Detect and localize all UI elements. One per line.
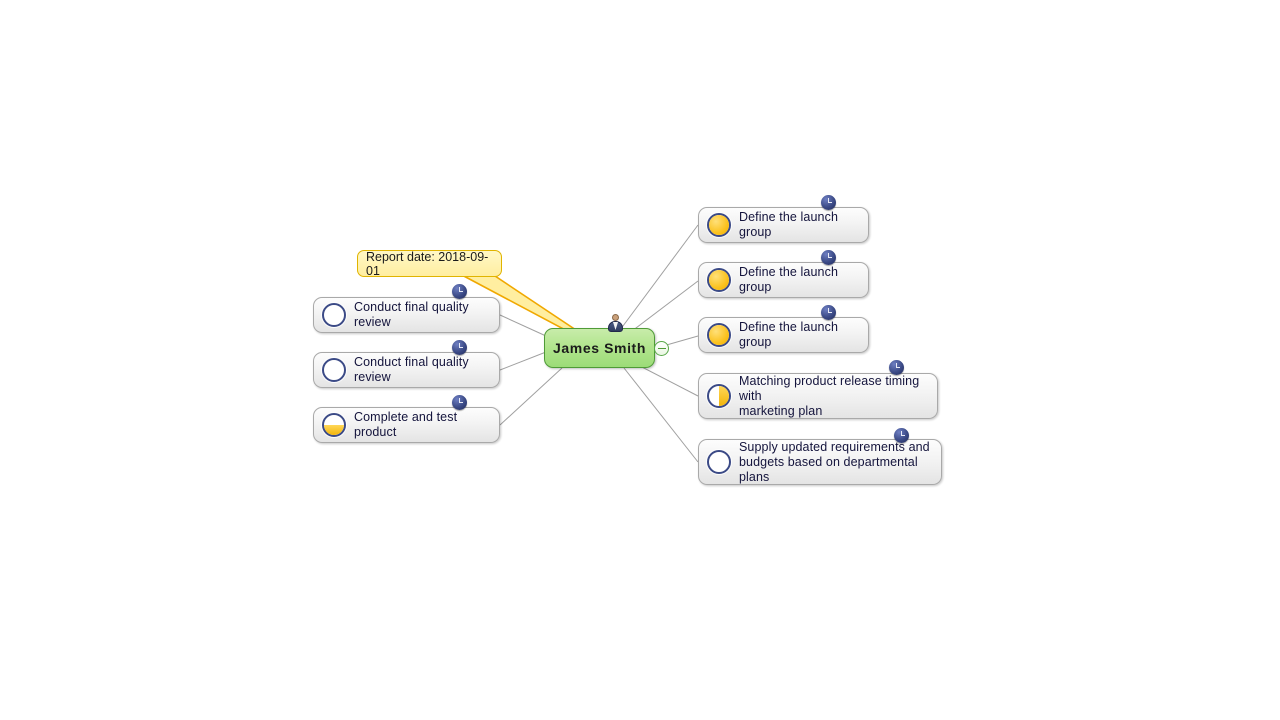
center-node-label: James Smith: [553, 340, 646, 356]
progress-pie-icon: [707, 213, 731, 237]
clock-icon: [889, 360, 904, 375]
person-icon: [607, 314, 624, 332]
clock-icon: [452, 284, 467, 299]
clock-icon: [894, 428, 909, 443]
progress-pie-icon: [707, 384, 731, 408]
task-node[interactable]: Conduct final quality review: [313, 297, 500, 333]
clock-icon: [452, 395, 467, 410]
task-node-label: Define the launch group: [739, 320, 838, 349]
clock-icon: [821, 305, 836, 320]
clock-icon: [452, 340, 467, 355]
center-node[interactable]: James Smith: [544, 328, 655, 368]
callout-note-text: Report date: 2018-09-01: [366, 249, 489, 278]
progress-pie-icon: [322, 358, 346, 382]
person-icon-head: [612, 314, 619, 321]
edge-right-5: [623, 367, 699, 463]
task-node-label: Define the launch group: [739, 210, 838, 239]
edge-right-4: [639, 365, 699, 397]
task-node[interactable]: Complete and test product: [313, 407, 500, 443]
minus-circle-icon[interactable]: [654, 341, 669, 356]
task-node[interactable]: Define the launch group: [698, 262, 869, 298]
task-node[interactable]: Supply updated requirements and budgets …: [698, 439, 942, 485]
progress-pie-icon: [707, 268, 731, 292]
edge-right-1: [619, 224, 699, 331]
progress-pie-icon: [707, 323, 731, 347]
progress-pie-icon: [322, 303, 346, 327]
task-node-label: Define the launch group: [739, 265, 838, 294]
clock-icon: [821, 195, 836, 210]
clock-icon: [821, 250, 836, 265]
task-node-label: Conduct final quality review: [354, 300, 469, 329]
task-node-label: Supply updated requirements and budgets …: [739, 439, 930, 484]
edge-left-2: [499, 351, 547, 371]
edge-left-3: [499, 367, 563, 426]
edge-left-1: [499, 314, 547, 337]
callout-note[interactable]: Report date: 2018-09-01: [357, 249, 502, 278]
task-node-label: Matching product release timing with mar…: [739, 373, 920, 418]
progress-pie-icon: [707, 450, 731, 474]
mindmap-canvas: Report date: 2018-09-01 Conduct final qu…: [0, 0, 1280, 720]
task-node[interactable]: Matching product release timing with mar…: [698, 373, 938, 419]
edge-right-2: [627, 280, 699, 335]
progress-pie-icon: [322, 413, 346, 437]
task-node[interactable]: Define the launch group: [698, 207, 869, 243]
task-node-label: Conduct final quality review: [354, 355, 469, 384]
task-node[interactable]: Define the launch group: [698, 317, 869, 353]
task-node-label: Complete and test product: [354, 410, 458, 439]
task-node[interactable]: Conduct final quality review: [313, 352, 500, 388]
